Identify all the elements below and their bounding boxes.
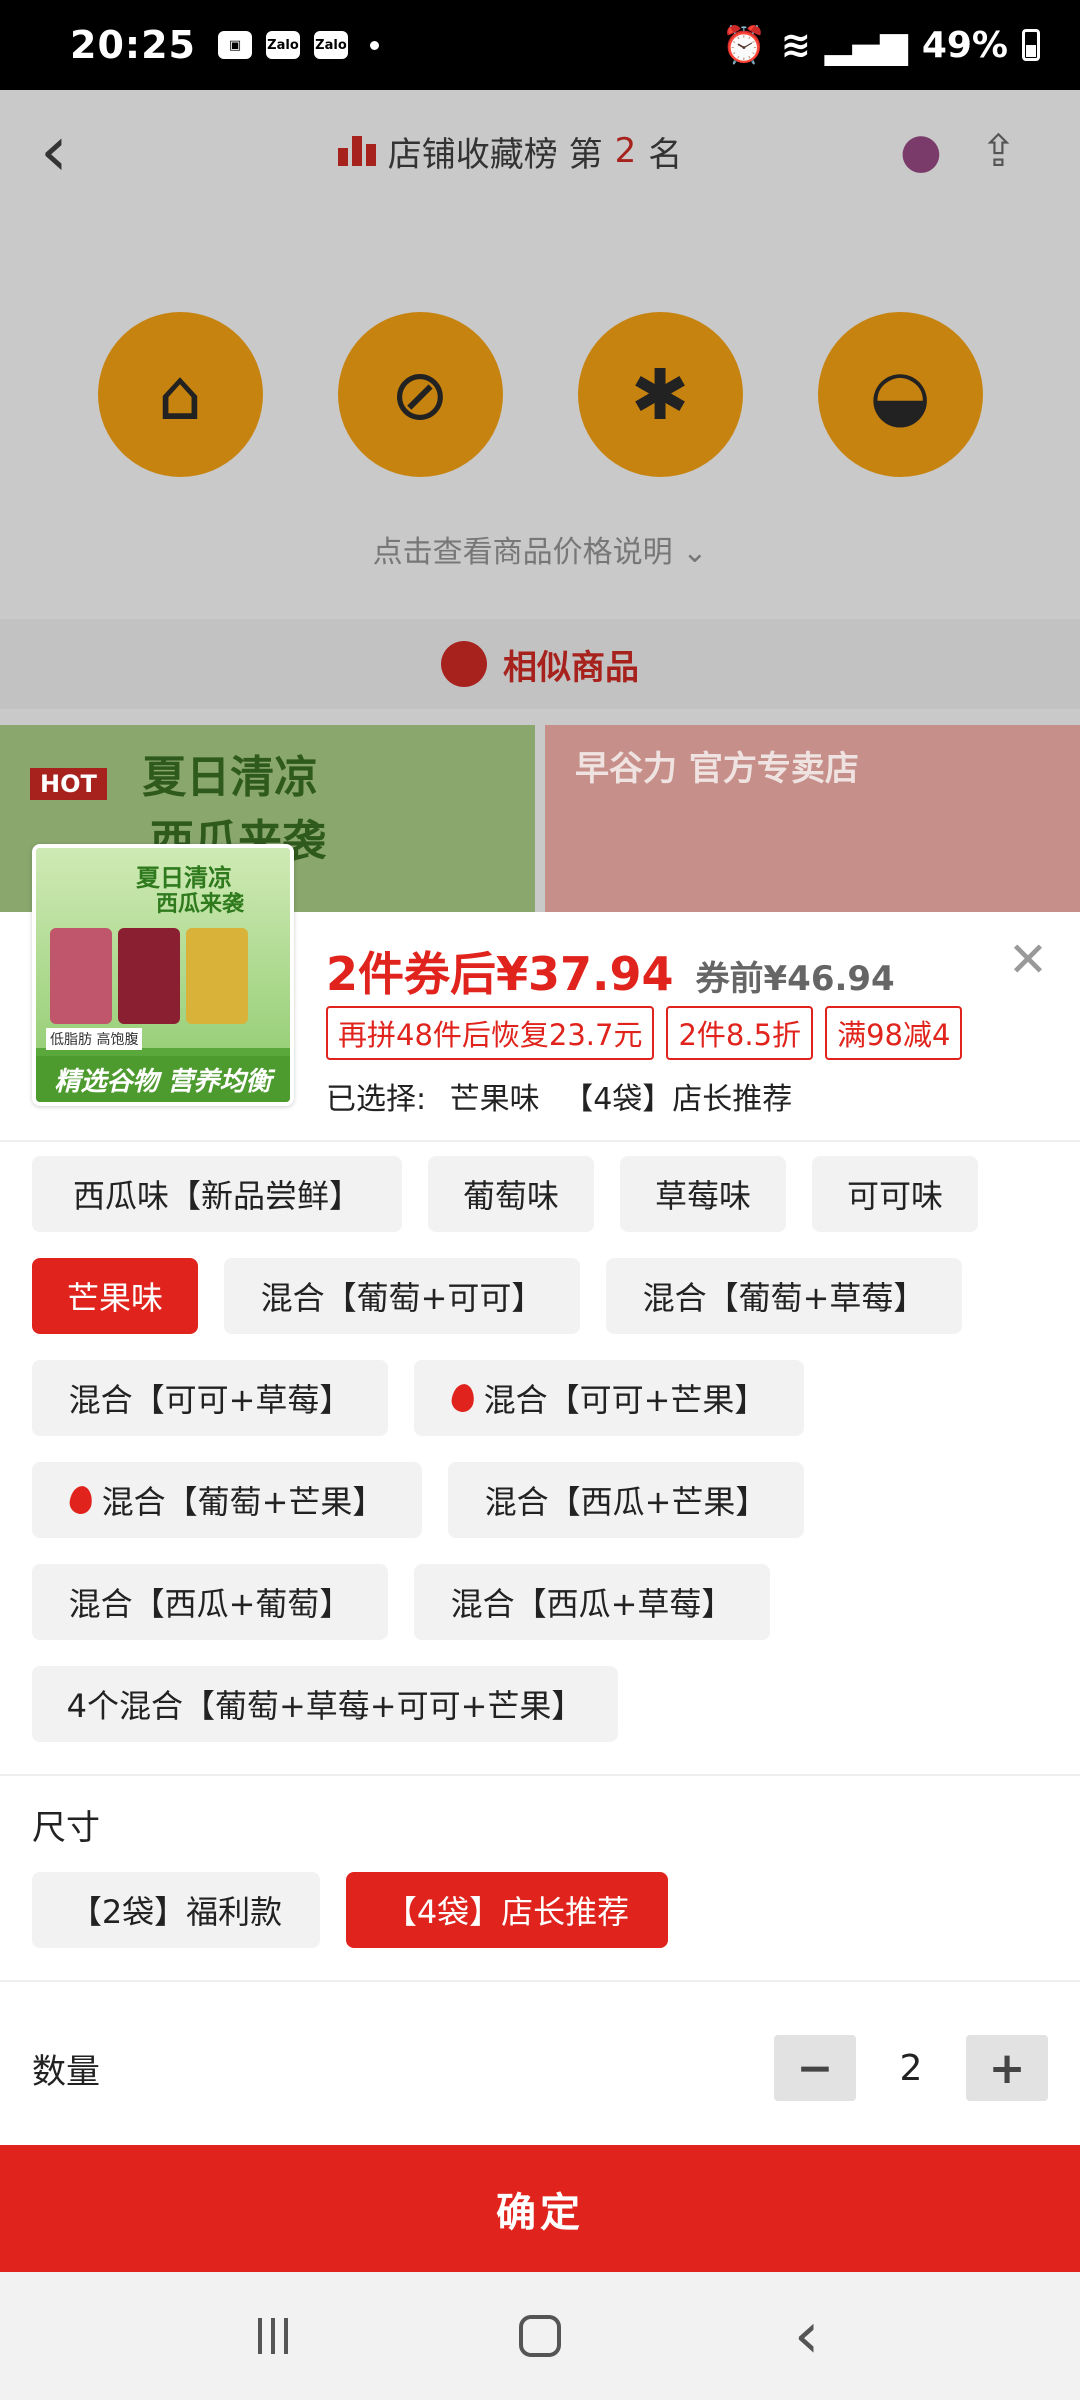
size-title: 尺寸 <box>32 1808 100 1848</box>
selected-flavor: 芒果味 <box>449 1082 540 1117</box>
recents-button[interactable] <box>233 2296 313 2376</box>
divider <box>0 1774 1080 1776</box>
waist-icon: ⌂ <box>97 312 263 477</box>
no-sign-icon: ⊘ <box>337 312 503 477</box>
membership-icon: ● <box>900 123 942 179</box>
quantity-stepper: − 2 + <box>774 2035 1048 2101</box>
back-icon: ‹ <box>40 110 68 192</box>
promo-tag: 2件8.5折 <box>666 1006 814 1060</box>
back-button[interactable]: ‹ <box>767 2296 847 2376</box>
size-option[interactable]: 【2袋】福利款 <box>32 1872 320 1948</box>
clock: 20:25 <box>70 23 196 67</box>
home-icon <box>518 2315 561 2357</box>
similar-products-header: 相似商品 <box>0 619 1080 709</box>
flavor-option[interactable]: 混合【葡萄+草莓】 <box>606 1258 962 1334</box>
package-image <box>186 928 248 1024</box>
hot-badge: HOT <box>30 768 107 800</box>
status-bar: 20:25 ▣ Zalo Zalo ⏰ ≋ ▂▄▆ 49% <box>0 0 1080 90</box>
feature-icons: ⌂ ⊘ ✱ ◒ <box>0 212 1080 477</box>
selected-label: 已选择: <box>326 1082 427 1117</box>
price-before-coupon: 券前¥46.94 <box>695 959 895 999</box>
hot-fire-icon <box>449 1382 476 1414</box>
rank-text-prefix: 店铺收藏榜 第 <box>387 134 603 175</box>
home-button[interactable] <box>500 2296 580 2376</box>
flavor-option[interactable]: 西瓜味【新品尝鲜】 <box>32 1156 402 1232</box>
sku-selector-sheet: 夏日清凉 西瓜来袭 低脂肪 高饱腹 精选谷物 营养均衡 2件券后¥37.94 券… <box>0 844 1080 2272</box>
wifi-icon: ≋ <box>780 24 811 66</box>
battery-level: 49% <box>921 24 1008 66</box>
flavor-option[interactable]: 草莓味 <box>620 1156 786 1232</box>
selected-size: 【4袋】店长推荐 <box>563 1082 793 1117</box>
background-product-page: ‹ 店铺收藏榜 第 2名 ● ⇪ ⌂ ⊘ ✱ ◒ 点击查看商品价格说明 ⌄ 相似商… <box>0 90 1080 912</box>
flavor-option[interactable]: 混合【可可+草莓】 <box>32 1360 388 1436</box>
decrease-button[interactable]: − <box>774 2035 856 2101</box>
divider <box>0 1980 1080 1982</box>
price-after-coupon: 2件券后¥37.94 <box>326 947 674 1001</box>
flavor-option[interactable]: 混合【葡萄+芒果】 <box>32 1462 422 1538</box>
package-image <box>50 928 112 1024</box>
quantity-label: 数量 <box>32 2051 100 2092</box>
thumb-title-2: 西瓜来袭 <box>156 892 245 917</box>
quantity-value[interactable]: 2 <box>856 2048 966 2089</box>
shop-rank: 店铺收藏榜 第 2名 <box>120 127 900 176</box>
hot-fire-icon <box>67 1484 94 1516</box>
promo-tag: 再拼48件后恢复23.7元 <box>326 1006 655 1060</box>
price-info-link: 点击查看商品价格说明 ⌄ <box>372 535 708 570</box>
selected-summary: 已选择: 芒果味 【4袋】店长推荐 <box>326 1074 806 1118</box>
grain-icon: ✱ <box>577 312 743 477</box>
background-header: ‹ 店铺收藏榜 第 2名 ● ⇪ <box>0 90 1080 212</box>
quantity-row: 数量 − 2 + <box>32 2028 1048 2108</box>
thumb-caption: 精选谷物 营养均衡 <box>36 1056 290 1102</box>
flavor-option-selected[interactable]: 芒果味 <box>32 1258 198 1334</box>
flavor-option[interactable]: 可可味 <box>812 1156 978 1232</box>
notification-icons: ▣ Zalo Zalo <box>217 31 379 59</box>
more-notifications-dot <box>369 40 379 50</box>
flavor-option[interactable]: 混合【可可+芒果】 <box>414 1360 804 1436</box>
increase-button[interactable]: + <box>966 2035 1048 2101</box>
price-line: 2件券后¥37.94 券前¥46.94 <box>326 938 895 1004</box>
product-thumbnail[interactable]: 夏日清凉 西瓜来袭 低脂肪 高饱腹 精选谷物 营养均衡 <box>32 844 294 1106</box>
thumb-tags: 低脂肪 高饱腹 <box>46 1028 143 1050</box>
promo-tag: 满98减4 <box>825 1006 963 1060</box>
gallery-icon: ▣ <box>217 31 252 59</box>
similar-title: 相似商品 <box>503 647 639 688</box>
divider <box>0 1140 1080 1142</box>
flavor-option[interactable]: 混合【西瓜+芒果】 <box>448 1462 804 1538</box>
system-status: ⏰ ≋ ▂▄▆ 49% <box>722 24 1040 66</box>
close-icon[interactable]: ✕ <box>1004 936 1052 984</box>
flavor-option[interactable]: 葡萄味 <box>428 1156 594 1232</box>
zalo-icon: Zalo <box>313 31 348 59</box>
signal-icon: ▂▄▆ <box>824 24 908 66</box>
size-option-selected[interactable]: 【4袋】店长推荐 <box>346 1872 668 1948</box>
battery-icon <box>1022 29 1040 61</box>
rank-text-suffix: 名 <box>648 134 683 175</box>
recents-icon <box>258 2318 289 2354</box>
bag-icon <box>441 641 487 687</box>
banner-right: 早谷力 官方专卖店 <box>545 725 1080 912</box>
system-nav-bar: ‹ <box>0 2272 1080 2400</box>
rank-number: 2 <box>614 131 637 171</box>
flavor-option[interactable]: 4个混合【葡萄+草莓+可可+芒果】 <box>32 1666 618 1742</box>
share-icon: ⇪ <box>980 125 1017 177</box>
flavor-option[interactable]: 混合【西瓜+草莓】 <box>414 1564 770 1640</box>
flavor-option[interactable]: 混合【葡萄+可可】 <box>224 1258 580 1334</box>
promo-tags: 再拼48件后恢复23.7元 2件8.5折 满98减4 <box>326 1006 963 1060</box>
bowl-icon: ◒ <box>817 312 983 477</box>
package-image <box>118 928 180 1024</box>
flavor-option[interactable]: 混合【西瓜+葡萄】 <box>32 1564 388 1640</box>
rank-chart-icon <box>337 136 376 166</box>
alarm-icon: ⏰ <box>721 25 767 66</box>
zalo-icon: Zalo <box>265 31 300 59</box>
back-nav-icon: ‹ <box>793 2299 820 2373</box>
confirm-button[interactable]: 确定 <box>0 2145 1080 2272</box>
